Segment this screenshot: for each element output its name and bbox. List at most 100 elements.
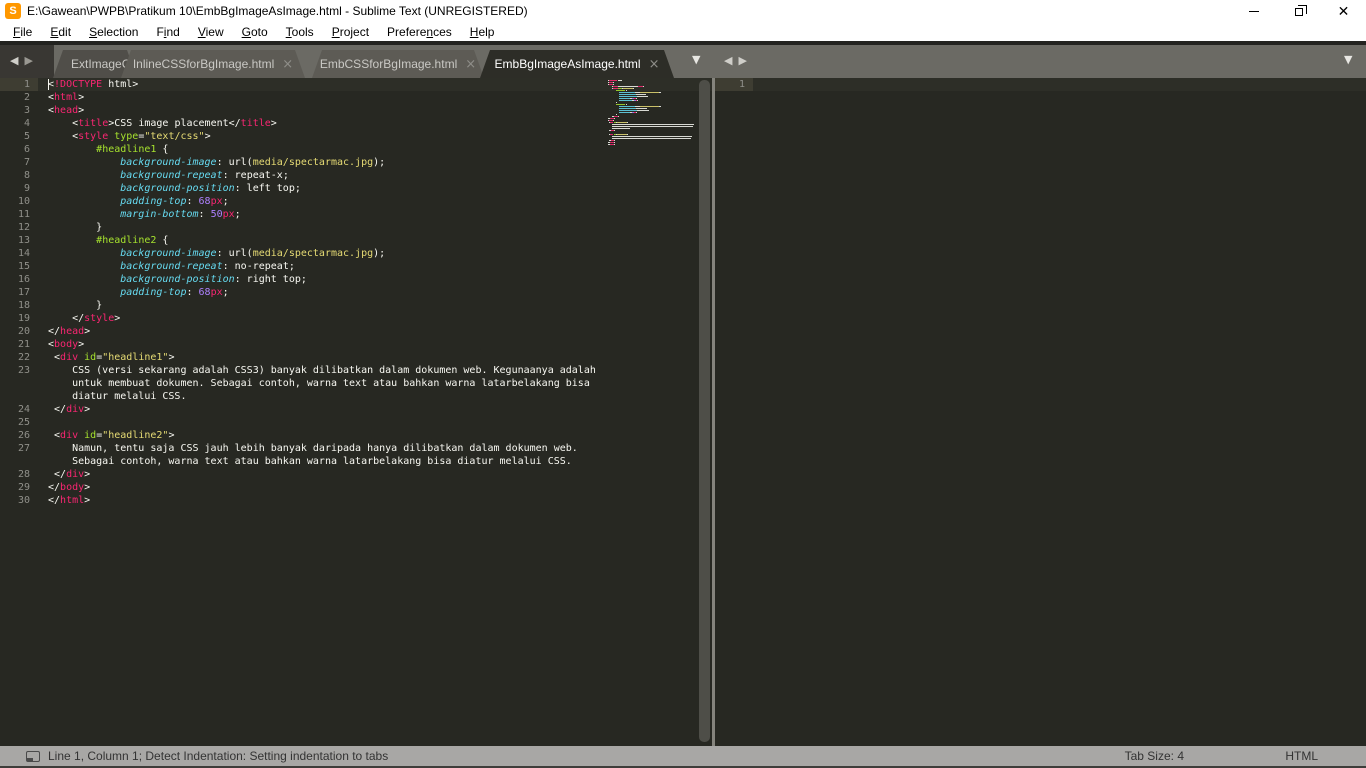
menu-help[interactable]: Help [461,25,504,39]
code-line[interactable]: 27 Namun, tentu saja CSS jauh lebih bany… [0,442,712,455]
code-line[interactable]: 10 padding-top: 68px; [0,195,712,208]
code-text: </style> [48,313,121,324]
line-number: 25 [17,417,30,428]
tab-size-indicator[interactable]: Tab Size: 4 [1125,749,1184,763]
right-editor-pane[interactable]: 1 [715,78,1366,746]
code-text: <head> [48,105,85,116]
menu-preferences[interactable]: Preferences [378,25,461,39]
code-text: background-image: url(media/spectarmac.j… [120,157,386,168]
line-number: 12 [17,222,30,233]
menu-project[interactable]: Project [323,25,378,39]
code-text: background-repeat: no-repeat; [120,261,295,272]
code-line[interactable]: 28 </div> [0,468,712,481]
line-number: 7 [23,157,30,168]
code-line[interactable]: 30 </html> [0,494,712,507]
menu-selection[interactable]: Selection [80,25,147,39]
code-line[interactable]: 6 #headline1 { [0,143,712,156]
close-button[interactable]: ✕ [1321,0,1366,23]
code-line[interactable]: untuk membuat dokumen. Sebagai contoh, w… [0,377,712,390]
code-line[interactable]: 12 } [0,221,712,234]
menu-find[interactable]: Find [147,25,188,39]
line-number: 14 [17,248,30,259]
minimap-line [619,100,632,102]
menu-view[interactable]: View [189,25,233,39]
code-line[interactable]: 11 margin-bottom: 50px; [0,208,712,221]
syntax-indicator[interactable]: HTML [1285,749,1318,763]
code-line[interactable]: 14 background-image: url(media/spectarma… [0,247,712,260]
tab-back-icon[interactable]: ◀ [724,53,732,68]
code-line[interactable]: 20 </head> [0,325,712,338]
code-line[interactable]: 15 background-repeat: no-repeat; [0,260,712,273]
code-line[interactable]: 18 } [0,299,712,312]
code-rows-left: 1 <!DOCTYPE html> 2 <html> 3 <head> 4 <title>C… [0,78,712,507]
code-text: Namun, tentu saja CSS jauh lebih banyak … [48,443,578,454]
tab-container: ExtImageCS InlineCSSforBgImage.html × EmbCS… [0,45,713,78]
code-line[interactable]: 1 <!DOCTYPE html> [0,78,712,91]
code-line[interactable]: 24 </div> [0,403,712,416]
minimap-line [635,112,637,114]
line-number: 16 [17,274,30,285]
line-number: 5 [23,131,30,142]
line-number: 9 [23,183,30,194]
code-text: <!DOCTYPE html> [48,79,139,90]
code-line[interactable]: 22 <div id="headline1"> [0,351,712,364]
code-line[interactable]: 29 </body> [0,481,712,494]
tab-close-icon[interactable]: × [649,58,660,71]
code-line[interactable]: 16 background-position: right top; [0,273,712,286]
tab-close-icon[interactable]: × [282,58,293,71]
code-line[interactable]: 26 <div id="headline2"> [0,429,712,442]
line-number: 3 [23,105,30,116]
code-line[interactable]: 4 <title>CSS image placement</title> [0,117,712,130]
code-line[interactable]: 13 #headline2 { [0,234,712,247]
minimap[interactable] [608,80,698,220]
tab-forward-icon[interactable]: ▶ [738,53,746,68]
tab-list-dropdown-icon[interactable]: ▼ [692,53,700,66]
line-number: 4 [23,118,30,129]
code-text: <title>CSS image placement</title> [48,118,277,129]
code-line[interactable]: 25 [0,416,712,429]
code-line[interactable]: 3 <head> [0,104,712,117]
code-line[interactable]: 1 [715,78,1366,91]
left-pane-scrollbar[interactable] [699,80,710,742]
code-line[interactable]: diatur melalui CSS. [0,390,712,403]
code-line[interactable]: 21 <body> [0,338,712,351]
menu-file[interactable]: File [4,25,41,39]
line-number: 22 [17,352,30,363]
tab-embcssforbgimage-html[interactable]: EmbCSSforBgImage.html × [312,50,484,78]
code-line[interactable]: Sebagai contoh, warna text atau bahkan w… [0,455,712,468]
code-line[interactable]: 23 CSS (versi sekarang adalah CSS3) bany… [0,364,712,377]
code-line[interactable]: 17 padding-top: 68px; [0,286,712,299]
tab-list-dropdown-icon[interactable]: ▼ [1344,53,1352,66]
sublime-text-window: S E:\Gawean\PWPB\Pratikum 10\EmbBgImageA… [0,0,1366,768]
code-text: background-position: right top; [120,274,307,285]
code-text: CSS (versi sekarang adalah CSS3) banyak … [48,365,596,376]
line-number: 8 [23,170,30,181]
code-line[interactable]: 8 background-repeat: repeat-x; [0,169,712,182]
menu-edit[interactable]: Edit [41,25,80,39]
line-number: 21 [17,339,30,350]
menu-tools[interactable]: Tools [277,25,323,39]
restore-button[interactable] [1276,0,1321,23]
left-editor-pane[interactable]: 1 <!DOCTYPE html> 2 <html> 3 <head> 4 <title>C… [0,78,712,746]
status-caret-position: Line 1, Column 1; Detect Indentation: Se… [48,749,389,763]
code-line[interactable]: 19 </style> [0,312,712,325]
line-number: 28 [17,469,30,480]
menu-goto[interactable]: Goto [233,25,277,39]
panel-toggle-icon[interactable] [26,751,40,762]
line-number: 6 [23,144,30,155]
code-rows-right: 1 [715,78,1366,91]
code-line[interactable]: 7 background-image: url(media/spectarmac… [0,156,712,169]
code-line[interactable]: 2 <html> [0,91,712,104]
line-number: 20 [17,326,30,337]
minimize-button[interactable] [1231,0,1276,23]
code-line[interactable]: 9 background-position: left top; [0,182,712,195]
line-number: 1 [715,78,753,91]
code-line[interactable]: 5 <style type="text/css"> [0,130,712,143]
tab-inlinecssforbgimage-html[interactable]: InlineCSSforBgImage.html × [121,50,305,78]
tab-embbgimageasimage-html[interactable]: EmbBgImageAsImage.html × [480,50,674,78]
minimap-line [659,92,662,94]
minimap-line [613,118,615,120]
code-text: untuk membuat dokumen. Sebagai contoh, w… [48,378,590,389]
tab-close-icon[interactable]: × [465,58,476,71]
line-number [0,377,38,390]
